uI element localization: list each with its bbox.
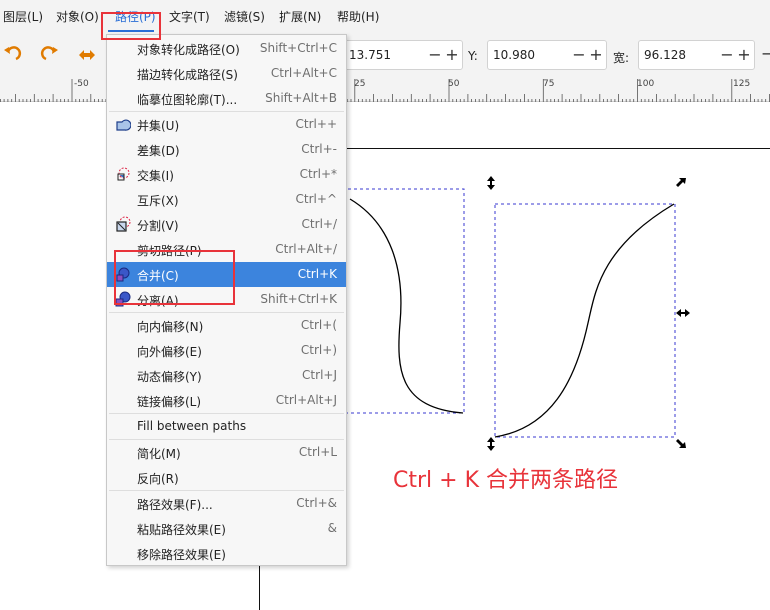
scale-handle-bottom-right[interactable] — [676, 439, 686, 448]
x-value[interactable]: 13.751 — [349, 48, 391, 62]
menu-item-dynamic-offset[interactable]: 动态偏移(Y) Ctrl+J — [107, 363, 346, 388]
x-field[interactable]: 13.751 − + — [343, 40, 463, 70]
menu-item-simplify[interactable]: 简化(M) Ctrl+L — [107, 440, 346, 465]
menu-item-paste-path-effect[interactable]: 粘贴路径效果(E) & — [107, 516, 346, 541]
menu-item-label: 动态偏移(Y) — [137, 370, 202, 384]
width-decrement-button[interactable]: − — [720, 45, 734, 65]
y-field[interactable]: 10.980 − + — [487, 40, 607, 70]
menu-item-label: 分割(V) — [137, 219, 179, 233]
menu-item-shortcut: Ctrl+/ — [301, 217, 337, 231]
menu-item-label: 向外偏移(E) — [137, 345, 202, 359]
menu-item-label: 粘贴路径效果(E) — [137, 523, 226, 537]
menu-item-linked-offset[interactable]: 链接偏移(L) Ctrl+Alt+J — [107, 388, 346, 413]
menu-item-shortcut: Ctrl++ — [295, 117, 337, 131]
path-menu-highlight-box — [101, 12, 161, 40]
menu-item-label: 移除路径效果(E) — [137, 548, 226, 562]
menu-item-shortcut: Ctrl+) — [300, 343, 337, 357]
menu-item-shortcut: Ctrl+L — [298, 445, 337, 459]
menu-item-label: 互斥(X) — [137, 194, 179, 208]
y-increment-button[interactable]: + — [589, 45, 603, 65]
menu-item-division[interactable]: 分割(V) Ctrl+/ — [107, 212, 346, 237]
ruler-label: 125 — [733, 79, 751, 89]
menu-item-intersection[interactable]: 交集(I) Ctrl+* — [107, 162, 346, 187]
menu-text[interactable]: 文字(T) — [169, 8, 210, 25]
menu-item-outset[interactable]: 向外偏移(E) Ctrl+) — [107, 338, 346, 363]
menu-item-shortcut: Ctrl+& — [296, 496, 337, 510]
left-curve-path[interactable] — [349, 198, 464, 414]
x-increment-button[interactable]: + — [445, 45, 459, 65]
y-value[interactable]: 10.980 — [493, 48, 535, 62]
menu-item-shortcut: Ctrl+Alt+J — [275, 393, 337, 407]
y-label: Y: — [468, 49, 478, 63]
y-decrement-button[interactable]: − — [572, 45, 586, 65]
menu-item-stroke-to-path[interactable]: 描边转化成路径(S) Ctrl+Alt+C — [107, 61, 346, 86]
menu-item-shortcut: Ctrl+^ — [295, 192, 337, 206]
combine-item-highlight-box — [114, 250, 235, 305]
menu-item-shortcut: & — [327, 521, 337, 535]
union-icon — [115, 116, 132, 132]
menu-item-label: 向内偏移(N) — [137, 320, 204, 334]
scale-handle-right[interactable] — [676, 309, 690, 317]
menu-item-shortcut: Shift+Ctrl+C — [259, 41, 337, 55]
menu-item-fill-between-paths[interactable]: Fill between paths — [107, 414, 346, 439]
transform-handles — [487, 176, 690, 451]
menu-item-label: 简化(M) — [137, 447, 181, 461]
scale-handle-bottom[interactable] — [487, 437, 495, 451]
width-field[interactable]: 96.128 − + — [638, 40, 755, 70]
menu-help[interactable]: 帮助(H) — [337, 8, 379, 25]
menu-item-shortcut: Ctrl+J — [302, 368, 337, 382]
menu-item-label: 对象转化成路径(O) — [137, 43, 240, 57]
scale-handle-top[interactable] — [487, 176, 495, 190]
division-icon — [115, 216, 131, 232]
menu-item-path-effects[interactable]: 路径效果(F)... Ctrl+& — [107, 491, 346, 516]
menu-item-label: 描边转化成路径(S) — [137, 68, 238, 82]
width-increment-button[interactable]: + — [737, 45, 751, 65]
menu-item-shortcut: Ctrl+Alt+C — [270, 66, 337, 80]
menu-item-exclusion[interactable]: 互斥(X) Ctrl+^ — [107, 187, 346, 212]
menu-item-shortcut: Ctrl+- — [301, 142, 337, 156]
scale-handle-top-right[interactable] — [676, 178, 686, 187]
menu-object[interactable]: 对象(O) — [56, 8, 99, 25]
width-label: 宽: — [613, 51, 630, 65]
menu-item-label: 路径效果(F)... — [137, 498, 213, 512]
right-curve-path[interactable] — [494, 203, 675, 438]
menu-item-reverse[interactable]: 反向(R) — [107, 465, 346, 490]
menu-item-shortcut: Ctrl+* — [299, 167, 337, 181]
menu-item-label: 交集(I) — [137, 169, 174, 183]
rotate-ccw-icon[interactable] — [2, 44, 22, 66]
right-selection-box — [494, 203, 676, 438]
flip-horizontal-icon[interactable] — [77, 44, 97, 66]
menu-item-trace-bitmap[interactable]: 临摹位图轮廓(T)... Shift+Alt+B — [107, 86, 346, 111]
ruler-label: 25 — [354, 79, 366, 89]
menu-item-union[interactable]: 并集(U) Ctrl++ — [107, 112, 346, 137]
ruler-label: -50 — [74, 79, 89, 89]
menu-item-shortcut: Ctrl+Alt+/ — [275, 242, 337, 256]
width-value[interactable]: 96.128 — [644, 48, 686, 62]
menu-item-shortcut: Ctrl+K — [297, 267, 337, 281]
more-decrement-button[interactable]: − — [761, 44, 770, 63]
intersection-icon — [115, 166, 131, 182]
menu-extensions[interactable]: 扩展(N) — [279, 8, 321, 25]
ruler-label: 50 — [448, 79, 460, 89]
annotation-caption: Ctrl + K 合并两条路径 — [393, 468, 618, 493]
menu-item-label: 差集(D) — [137, 144, 180, 158]
menu-item-label: 反向(R) — [137, 472, 179, 486]
menu-item-label: 链接偏移(L) — [137, 395, 202, 409]
menu-filters[interactable]: 滤镜(S) — [224, 8, 265, 25]
menu-item-label: 并集(U) — [137, 119, 180, 133]
ruler-label: 75 — [543, 79, 555, 89]
menu-item-inset[interactable]: 向内偏移(N) Ctrl+( — [107, 313, 346, 338]
x-decrement-button[interactable]: − — [428, 45, 442, 65]
menu-item-shortcut: Ctrl+( — [300, 318, 337, 332]
menu-item-label: Fill between paths — [137, 419, 247, 433]
rotate-cw-icon[interactable] — [40, 44, 60, 66]
menu-item-shortcut: Shift+Ctrl+K — [260, 292, 337, 306]
menu-layer[interactable]: 图层(L) — [3, 8, 43, 25]
menu-item-difference[interactable]: 差集(D) Ctrl+- — [107, 137, 346, 162]
menu-item-remove-path-effect[interactable]: 移除路径效果(E) — [107, 541, 346, 566]
ruler-label: 100 — [637, 79, 655, 89]
menu-item-label: 临摹位图轮廓(T)... — [137, 93, 238, 107]
right-path-object[interactable] — [494, 203, 676, 438]
menu-item-shortcut: Shift+Alt+B — [265, 91, 337, 105]
